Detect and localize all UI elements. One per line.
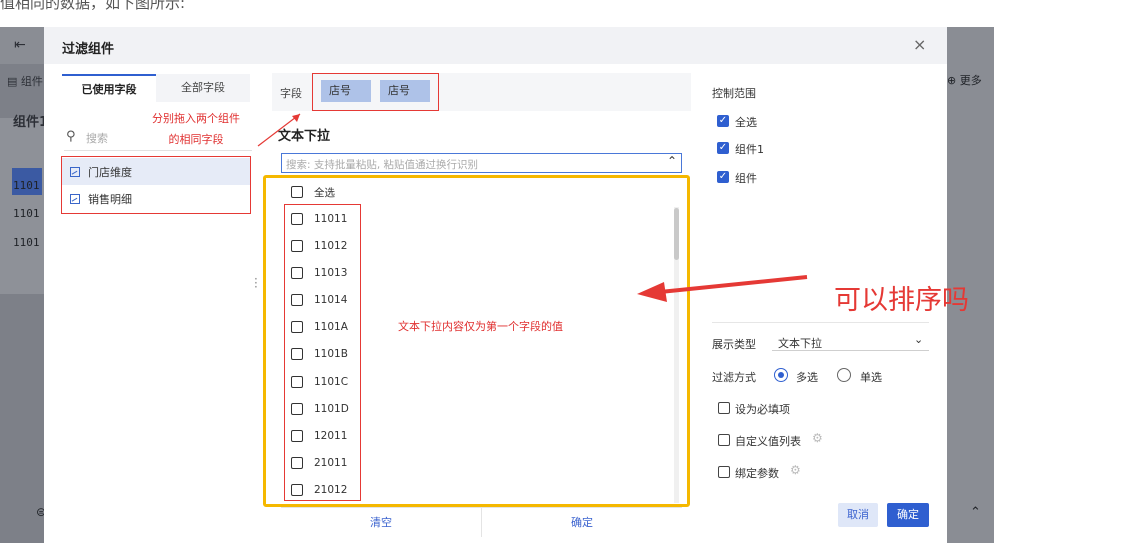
scope-option: 全选 (735, 116, 757, 129)
field-label: 字段 (280, 87, 302, 100)
widget-title: 文本下拉 (278, 129, 331, 144)
ok-button[interactable]: 确定 (887, 503, 929, 527)
list-search-input[interactable]: 搜索: 支持批量粘贴, 粘贴值通过换行识别 ⌃ (281, 153, 682, 173)
annotation-can-sort: 可以排序吗 (834, 285, 969, 316)
chevron-down-icon: ⌄ (914, 333, 924, 346)
tab-used-fields[interactable]: 已使用字段 (62, 74, 156, 102)
tab-all-fields[interactable]: 全部字段 (156, 74, 250, 102)
bind-param-label: 绑定参数 (735, 467, 779, 480)
display-type-label: 展示类型 (712, 338, 756, 351)
scope-option: 组件 (735, 172, 757, 185)
annotation-first-field-only: 文本下拉内容仅为第一个字段的值 (398, 320, 563, 333)
bind-param-checkbox[interactable] (718, 466, 730, 478)
filter-component-dialog: 过滤组件 × 已使用字段 全部字段 分别拖入两个组件 的相同字段 ⚲ 搜索 门店… (44, 27, 947, 543)
cancel-button[interactable]: 取消 (838, 503, 878, 527)
gear-icon[interactable]: ⚙ (812, 431, 823, 445)
component-icon[interactable]: ▤ 组件 (7, 73, 43, 89)
resize-handle[interactable]: · · · (254, 273, 258, 293)
backdrop-row: 1101 (13, 179, 40, 192)
control-scope-label: 控制范围 (712, 87, 756, 100)
checkbox-checked[interactable]: ✓ (717, 171, 729, 183)
clear-button[interactable]: 清空 (281, 507, 482, 537)
scope-option: 组件1 (735, 143, 764, 156)
backdrop-panel (0, 118, 44, 294)
radio-single[interactable] (837, 368, 851, 382)
toolbar-label: 组件 (20, 75, 43, 88)
custom-list-label: 自定义值列表 (735, 435, 801, 448)
gear-icon[interactable]: ⚙ (790, 463, 801, 477)
radio-multi[interactable] (774, 368, 788, 382)
field-search-input[interactable]: ⚲ 搜索 (64, 125, 252, 151)
more-label: 更多 (959, 74, 982, 87)
chevron-up-icon[interactable]: ⌃ (667, 154, 677, 168)
filter-mode-label: 过滤方式 (712, 371, 756, 384)
custom-list-checkbox[interactable] (718, 434, 730, 446)
display-type-value: 文本下拉 (778, 337, 822, 350)
required-label: 设为必填项 (735, 403, 790, 416)
search-icon: ⚲ (66, 129, 76, 144)
scrollbar-thumb[interactable] (674, 208, 679, 260)
divider (712, 322, 929, 323)
close-icon[interactable]: × (913, 35, 926, 54)
annotation-box-chips (312, 73, 439, 111)
search-placeholder: 搜索 (86, 132, 108, 145)
more-button[interactable]: ⊕ 更多 (947, 72, 982, 88)
display-type-select[interactable]: 文本下拉 ⌄ (772, 331, 929, 351)
required-checkbox[interactable] (718, 402, 730, 414)
confirm-list-button[interactable]: 确定 (482, 507, 682, 537)
filter-option: 多选 (796, 371, 818, 384)
dialog-title: 过滤组件 (62, 42, 115, 57)
checkbox-checked[interactable]: ✓ (717, 142, 729, 154)
checkbox-checked[interactable]: ✓ (717, 115, 729, 127)
backdrop-panel-title: 组件1 (13, 115, 49, 130)
highlight-box-list (263, 175, 690, 507)
dialog-header: 过滤组件 × (44, 27, 947, 64)
backdrop-row: 1101 (13, 207, 40, 220)
backdrop-row: 1101 (13, 236, 40, 249)
article-text: 值相同的数据，如下图所示: (0, 0, 186, 12)
filter-option: 单选 (860, 371, 882, 384)
collapse-up-icon[interactable]: ⌃ (970, 505, 981, 520)
annotation-box-fields (61, 156, 251, 214)
exit-icon[interactable]: ⇤ (14, 37, 26, 53)
list-search-placeholder: 搜索: 支持批量粘贴, 粘贴值通过换行识别 (286, 159, 479, 171)
